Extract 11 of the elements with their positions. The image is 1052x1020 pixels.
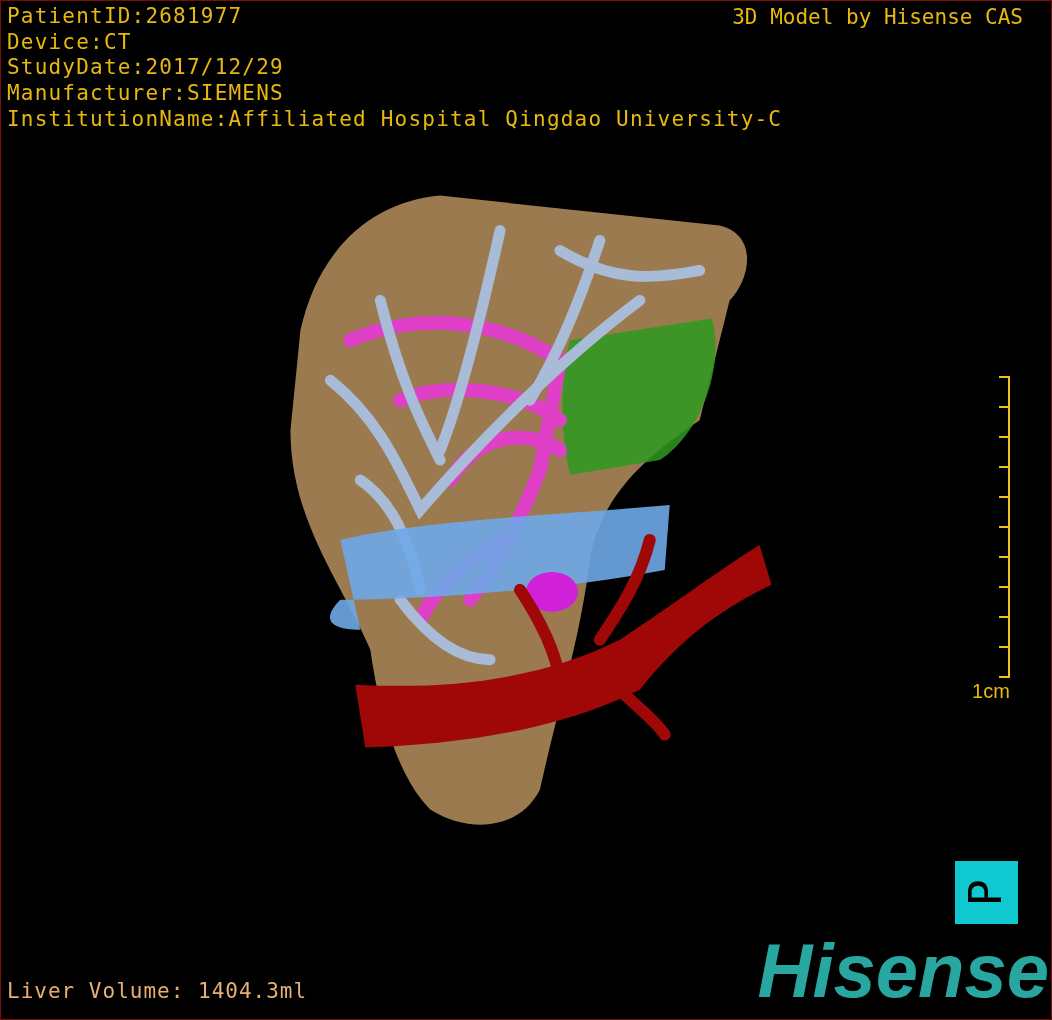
info-text: Device:CT [7,29,132,56]
liver-volume-text: Liver Volume: 1404.3ml [7,978,308,1004]
info-text: Manufacturer:SIEMENS [7,81,284,107]
orientation-marker: P [955,861,1018,924]
info-text: StudyDate:2017/12/29 [7,55,284,82]
logo: Hisense [757,931,1049,1011]
model-title: 3D Model by Hisense CAS [732,4,1023,30]
scale-bar-icon [997,376,1011,678]
info-text: InstitutionName:Affiliated Hospital Qingdao University-C [7,106,783,133]
scale-label: 1cm [972,680,1010,702]
info-text: PatientID:2681977 [7,4,243,30]
